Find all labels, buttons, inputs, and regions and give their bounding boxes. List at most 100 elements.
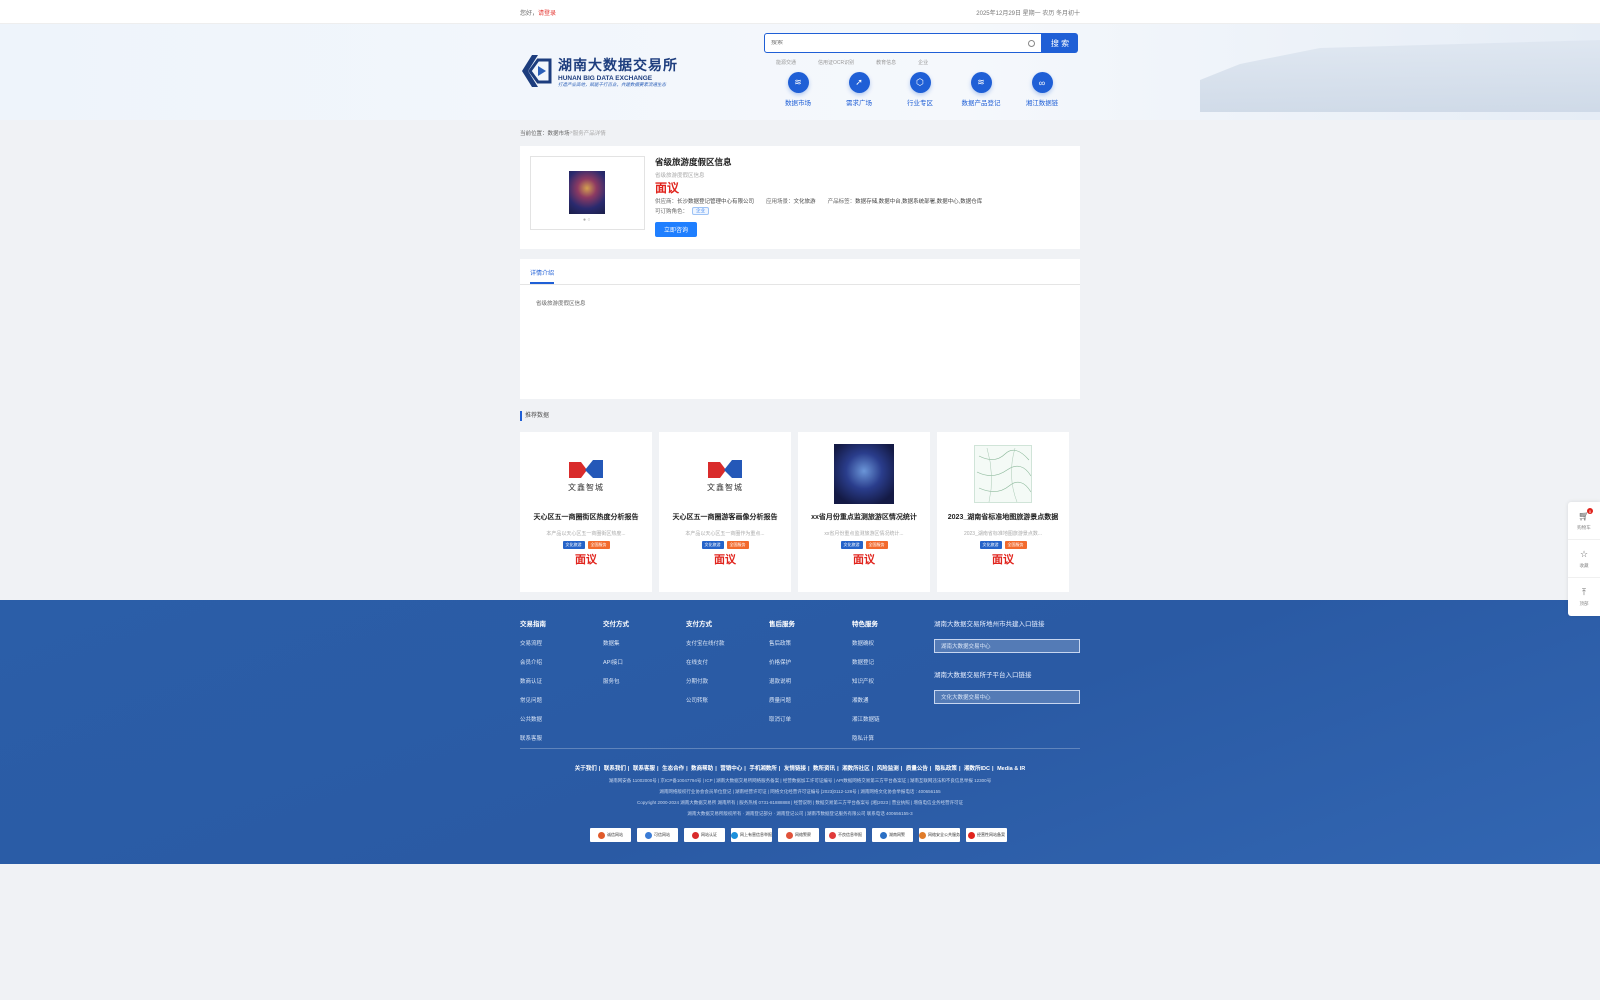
entry-heading: 湖南大数据交易所地州市共建入口链接 xyxy=(934,621,1045,628)
recommend-card[interactable]: xx省月份重点监测旅游区情况统计 xx省月份重点监测旅游区情况统计... 文化旅… xyxy=(798,432,930,592)
footer-nav-link[interactable]: 营销中心 xyxy=(720,766,742,772)
footer-link[interactable]: API接口 xyxy=(603,658,686,666)
footer-col-delivery: 交付方式 数据集 API接口 服务包 xyxy=(603,618,686,753)
recommend-card[interactable]: 文鑫智城 天心区五一商圈游客画像分析报告 本产品以天心区五一商圈作为重点... … xyxy=(659,432,791,592)
carousel-dots[interactable]: ● ○ xyxy=(583,217,590,223)
trust-badge[interactable]: 网站认证 xyxy=(684,828,725,842)
nav-industry[interactable]: ⬡ 行业专区 xyxy=(900,72,940,107)
site-logo[interactable]: 湖南大数据交易所 HUNAN BIG DATA EXCHANGE 打造产业高地，… xyxy=(520,52,678,90)
tab-detail-intro[interactable]: 详情介绍 xyxy=(530,268,555,284)
footer-link[interactable]: 服务包 xyxy=(603,677,686,685)
footer-nav-link[interactable]: 关于我们 xyxy=(575,766,597,772)
float-collect[interactable]: ☆ 收藏 xyxy=(1568,540,1600,578)
nav-product-register[interactable]: ≋ 数据产品登记 xyxy=(961,72,1001,107)
footer-link[interactable]: 交易流程 xyxy=(520,639,603,647)
date-text: 2025年12月29日 星期一 农历 冬月初十 xyxy=(976,10,1080,17)
detail-tabs: 详情介绍 xyxy=(520,259,1080,285)
recommend-price: 面议 xyxy=(575,554,597,566)
breadcrumb: 当前位置： 数据市场 > 服务产品详情 xyxy=(520,120,1080,146)
footer-link[interactable]: 在线支付 xyxy=(686,658,769,666)
footer-nav-link[interactable]: 生态合作 xyxy=(662,766,684,772)
hotword[interactable]: 企业 xyxy=(918,59,928,66)
footer-nav-link[interactable]: 数商帮助 xyxy=(691,766,713,772)
footer-nav-link[interactable]: 湘数所社区 xyxy=(842,766,870,772)
footer-link[interactable]: 湘江数据链 xyxy=(852,715,935,723)
footer-link[interactable]: 知识产权 xyxy=(852,677,935,685)
trust-badge[interactable]: 不良信息举报 xyxy=(825,828,866,842)
recommend-heading: 推荐数据 xyxy=(520,411,1080,421)
footer-nav-link[interactable]: 手机湘数所 xyxy=(749,766,777,772)
nav-demand-plaza[interactable]: ➚ 需求广场 xyxy=(839,72,879,107)
hotword[interactable]: 信用证OCR识别 xyxy=(818,59,854,66)
recommend-tag: 文化旅游 xyxy=(840,541,863,549)
nav-data-market[interactable]: ≋ 数据市场 xyxy=(778,72,818,107)
trust-badge[interactable]: 网络警察 xyxy=(778,828,819,842)
recommend-title: 天心区五一商圈游客画像分析报告 xyxy=(672,514,778,521)
trust-badge[interactable]: 可信网站 xyxy=(637,828,678,842)
footer-link[interactable]: 隐私计算 xyxy=(852,734,935,742)
footer-nav-link[interactable]: 隐私政策 xyxy=(935,766,957,772)
footer-col-aftersale: 售后服务 售后政策 价格保护 退款说明 质量问题 取消订单 xyxy=(769,618,852,753)
main-nav: ≋ 数据市场 ➚ 需求广场 ⬡ 行业专区 ≋ 数据产品登记 ∞ 湘江数据链 xyxy=(778,72,1062,107)
footer-link[interactable]: 公共数据 xyxy=(520,715,603,723)
footer-nav-link[interactable]: 友情链接 xyxy=(784,766,806,772)
entry-select-city[interactable]: 湖南大数据交易中心 xyxy=(934,639,1080,653)
trust-badge[interactable]: 诚信网站 xyxy=(590,828,631,842)
search-button[interactable]: 搜 索 xyxy=(1042,33,1078,53)
recommend-image xyxy=(834,444,894,504)
footer-nav-link[interactable]: 湘数所IDC xyxy=(964,766,990,772)
footer-nav-link[interactable]: 联系客服 xyxy=(633,766,655,772)
float-cart[interactable]: 🛒︎ 0 购物车 xyxy=(1568,502,1600,540)
footer-link[interactable]: 会员介绍 xyxy=(520,658,603,666)
float-label: 顶部 xyxy=(1579,601,1589,606)
hotword[interactable]: 能源交通 xyxy=(776,59,796,66)
entry-heading: 湖南大数据交易所子平台入口链接 xyxy=(934,672,1032,679)
footer-nav-link[interactable]: 质量公告 xyxy=(906,766,928,772)
supplier-label: 供应商： xyxy=(655,199,678,205)
footer-link[interactable]: 分期付款 xyxy=(686,677,769,685)
badge-text: 网站认证 xyxy=(701,832,717,837)
footer-link[interactable]: 常见问题 xyxy=(520,696,603,704)
recommend-desc: 本产品以天心区五一商圈作为重点... xyxy=(685,531,765,537)
product-card: ● ○ 省级旅游度假区信息 省级旅游度假区信息 面议 供应商：长沙数据登记管理中… xyxy=(520,146,1080,249)
footer-link[interactable]: 质量问题 xyxy=(769,696,852,704)
search-input[interactable] xyxy=(771,40,1011,46)
search-box xyxy=(764,33,1042,53)
nav-label: 行业专区 xyxy=(907,100,933,107)
trust-badge[interactable]: 经营性网站备案 xyxy=(966,828,1007,842)
login-link[interactable]: 请登录 xyxy=(538,11,556,17)
footer-link[interactable]: 数商认证 xyxy=(520,677,603,685)
nav-xiangjiang-chain[interactable]: ∞ 湘江数据链 xyxy=(1022,72,1062,107)
recommend-card[interactable]: 2023_湖南省标准地图旅游景点数据 2023_湖南省标准地图旅游景点数... … xyxy=(937,432,1069,592)
search-icon[interactable] xyxy=(1028,39,1035,47)
trust-badge[interactable]: 网络安全公共服务 xyxy=(919,828,960,842)
footer-link[interactable]: 支付宝在线付款 xyxy=(686,639,769,647)
footer-nav-link[interactable]: 联系我们 xyxy=(604,766,626,772)
hotword[interactable]: 教育信息 xyxy=(876,59,896,66)
breadcrumb-data-market[interactable]: 数据市场 xyxy=(548,129,570,137)
footer-link[interactable]: 退款说明 xyxy=(769,677,852,685)
recommend-card[interactable]: 文鑫智城 天心区五一商圈街区热度分析报告 本产品以天心区五一商圈街区热度... … xyxy=(520,432,652,592)
badge-icon xyxy=(598,831,605,839)
footer-link[interactable]: 价格保护 xyxy=(769,658,852,666)
footer-link[interactable]: 数据确权 xyxy=(852,639,935,647)
footer-nav-link[interactable]: 数所资讯 xyxy=(813,766,835,772)
product-meta: 供应商：长沙数据登记管理中心有限公司 应用场景：文化旅游 产品标签：数据存储,数… xyxy=(655,197,982,205)
entry-select-subplatform[interactable]: 文化大数据交易中心 xyxy=(934,690,1080,704)
footer-legal-line: 湖南网络版权行业协会会员单位登记 | 湖南经营许可证 | 网络文化经营许可证编号… xyxy=(659,789,941,794)
consult-button[interactable]: 立即咨询 xyxy=(655,222,697,237)
footer-link[interactable]: 售后政策 xyxy=(769,639,852,647)
recommend-tag: 文化旅游 xyxy=(979,541,1002,549)
footer-nav-link[interactable]: Media & IR xyxy=(997,766,1025,772)
footer-link[interactable]: 取消订单 xyxy=(769,715,852,723)
footer-nav-link[interactable]: 风险监测 xyxy=(877,766,899,772)
recommend-desc: 2023_湖南省标准地图旅游景点数... xyxy=(963,531,1043,537)
footer-link[interactable]: 公司转账 xyxy=(686,696,769,704)
footer-link[interactable]: 数据集 xyxy=(603,639,686,647)
footer-link[interactable]: 联系客服 xyxy=(520,734,603,742)
float-top[interactable]: ⤒ 顶部 xyxy=(1568,578,1600,616)
trust-badge[interactable]: 湖南网警 xyxy=(872,828,913,842)
trust-badge[interactable]: 网上有害信息举报 xyxy=(731,828,772,842)
footer-link[interactable]: 湘数通 xyxy=(852,696,935,704)
footer-link[interactable]: 数据登记 xyxy=(852,658,935,666)
